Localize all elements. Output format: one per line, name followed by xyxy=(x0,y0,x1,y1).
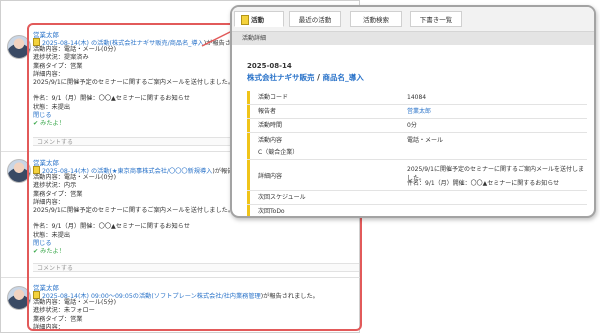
tab-activity[interactable]: 活動 xyxy=(234,11,284,27)
activity-date: 2025-08-14 xyxy=(247,62,292,70)
detail-row: 活動コード 14084 xyxy=(247,91,587,105)
product-link[interactable]: 商品名_導入 xyxy=(322,73,363,82)
detail-row: 詳細内容 2025/9/1に開催予定のセミナーに関するご案内メールを送付しました… xyxy=(247,160,587,191)
detail-table: 活動コード 14084 報告者 営業太郎 活動時間 0分 活動内容 C（競合企業… xyxy=(247,91,587,216)
tab-bar: 活動 最近の活動 活動検索 下書き一覧 xyxy=(232,7,594,32)
section-header: 活動詳細 xyxy=(232,32,594,45)
tab-recent[interactable]: 最近の活動 xyxy=(289,11,341,27)
detail-row: 活動内容 C（競合企業） 電話・メール xyxy=(247,133,587,160)
activity-detail-popup: 活動 最近の活動 活動検索 下書き一覧 活動詳細 2025-08-14 株式会社… xyxy=(230,5,596,218)
detail-row: 次回ToDo xyxy=(247,205,587,216)
detail-row: 活動時間 0分 xyxy=(247,119,587,133)
reporter-link[interactable]: 営業太郎 xyxy=(407,105,431,118)
detail-row: 次回スケジュール xyxy=(247,191,587,205)
company-link[interactable]: 株式会社ナギサ販売 xyxy=(247,73,315,82)
tab-search[interactable]: 活動検索 xyxy=(350,11,402,27)
tab-drafts[interactable]: 下書き一覧 xyxy=(410,11,462,27)
activity-title: 株式会社ナギサ販売 / 商品名_導入 xyxy=(247,73,364,82)
detail-row: 報告者 営業太郎 xyxy=(247,105,587,119)
clipboard-icon xyxy=(241,15,249,25)
